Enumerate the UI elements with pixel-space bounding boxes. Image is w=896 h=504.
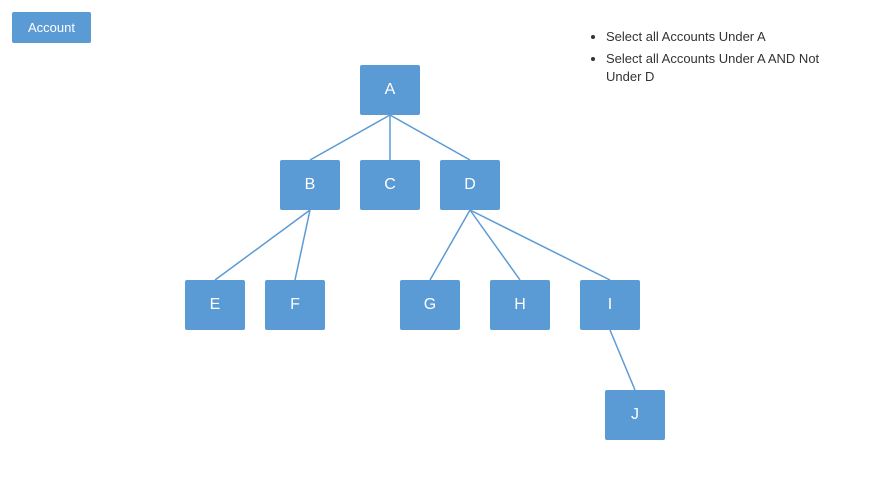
- node-d[interactable]: D: [440, 160, 500, 210]
- instruction-item-2: Select all Accounts Under A AND Not Unde…: [606, 50, 836, 86]
- node-a[interactable]: A: [360, 65, 420, 115]
- node-i[interactable]: I: [580, 280, 640, 330]
- node-e[interactable]: E: [185, 280, 245, 330]
- account-button[interactable]: Account: [12, 12, 91, 43]
- instruction-item-1: Select all Accounts Under A: [606, 28, 836, 46]
- node-b[interactable]: B: [280, 160, 340, 210]
- node-j[interactable]: J: [605, 390, 665, 440]
- node-h[interactable]: H: [490, 280, 550, 330]
- node-f[interactable]: F: [265, 280, 325, 330]
- node-g[interactable]: G: [400, 280, 460, 330]
- instructions-list: Select all Accounts Under A Select all A…: [606, 28, 836, 91]
- node-c[interactable]: C: [360, 160, 420, 210]
